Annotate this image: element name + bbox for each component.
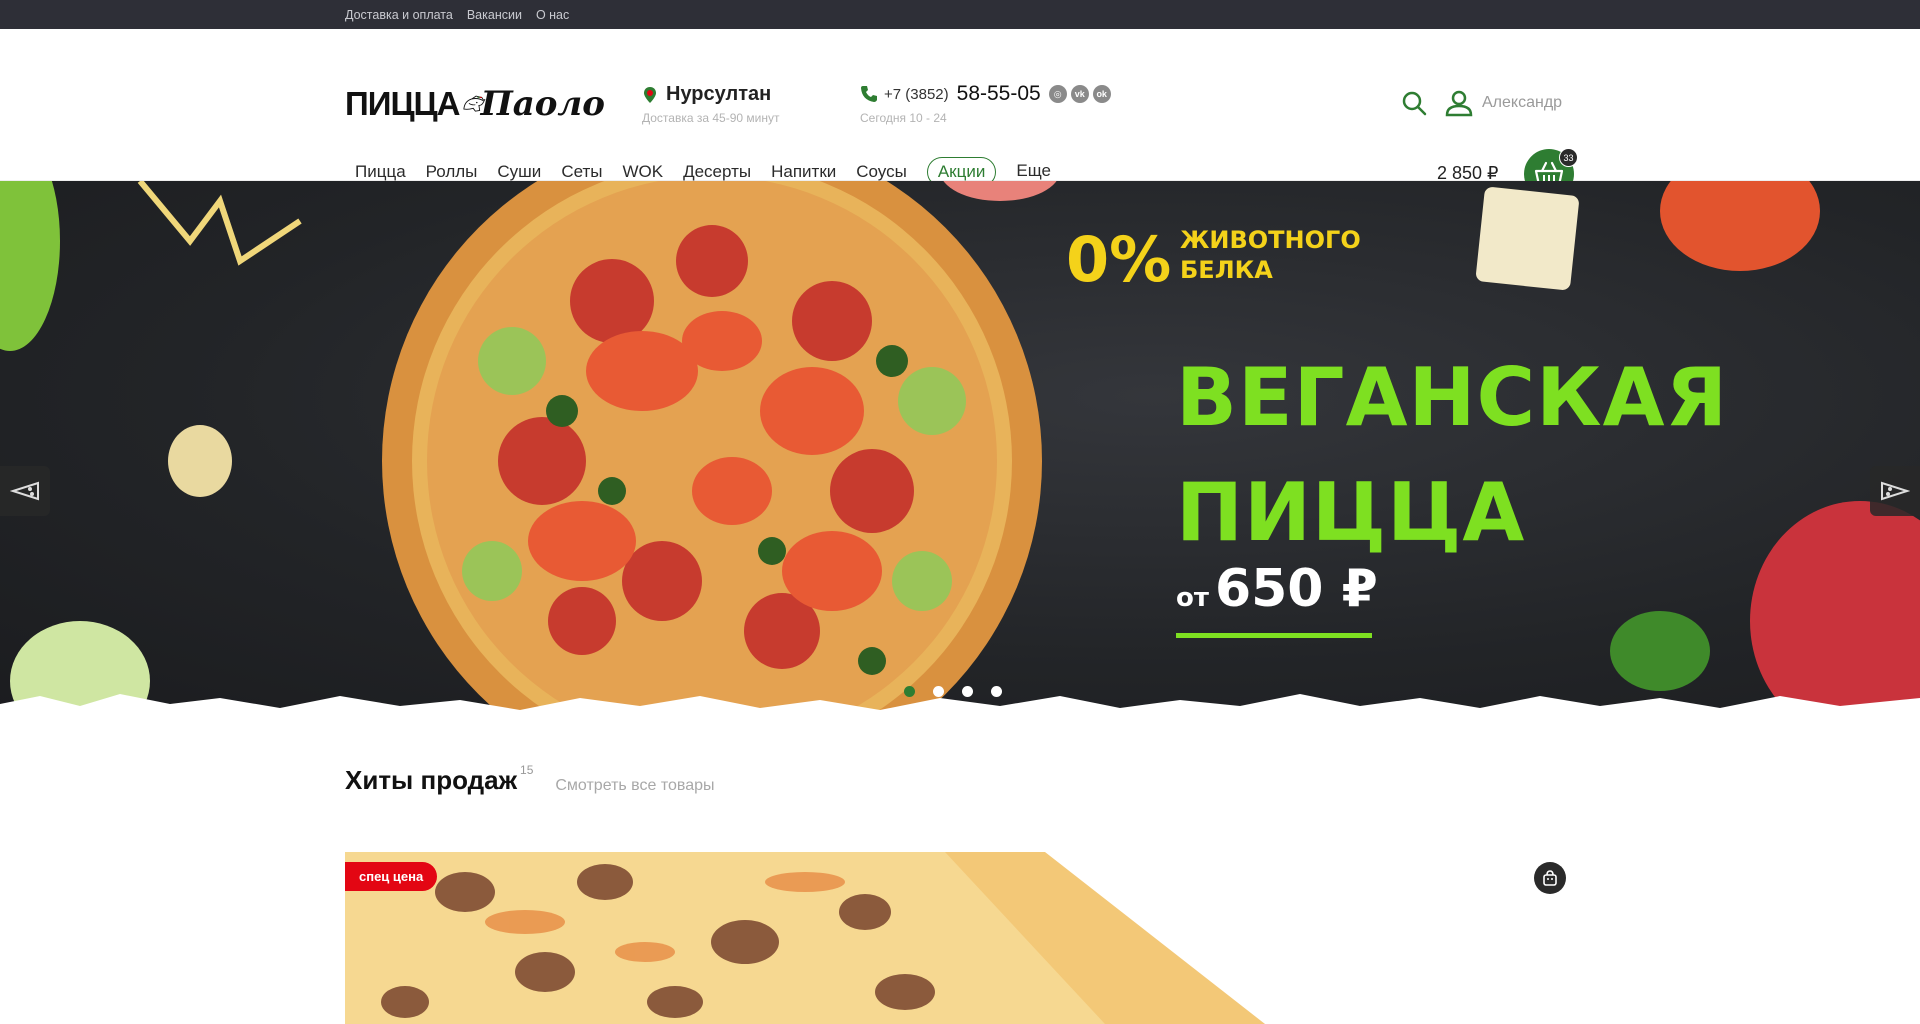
phone-number[interactable]: 58-55-05 (957, 82, 1041, 106)
logo[interactable]: ПИЦЦА Паоло (345, 76, 605, 132)
banner-price: от 650 ₽ (1176, 559, 1378, 619)
banner-zero-line1: ЖИВОТНОГО (1180, 226, 1361, 254)
search-icon (1402, 91, 1427, 116)
pizza-slice-left-icon (10, 481, 39, 501)
product-card[interactable]: спец цена (345, 852, 1575, 1024)
ok-icon[interactable]: ok (1092, 85, 1111, 103)
location-pin-icon (644, 86, 656, 103)
banner-torn-edge (0, 694, 1920, 718)
cart-count-badge: 33 (1559, 148, 1578, 167)
banner-zero-subtitle: ЖИВОТНОГО БЕЛКА (1180, 225, 1361, 285)
nav-item-drinks[interactable]: Напитки (771, 162, 836, 182)
banner-underline (1176, 633, 1372, 638)
user-icon (1445, 90, 1473, 117)
delivery-time: Доставка за 45-90 минут (642, 111, 780, 125)
hits-title: Хиты продаж (345, 765, 518, 795)
search-button[interactable] (1400, 89, 1428, 117)
vacancies-link[interactable]: Вакансии (467, 8, 522, 22)
nav-item-rolls[interactable]: Роллы (426, 162, 478, 182)
top-bar: Доставка и оплата Вакансии О нас (0, 0, 1920, 29)
banner-price-prefix: от (1176, 583, 1209, 613)
banner-zero-line2: БЕЛКА (1180, 256, 1273, 284)
nav-item-wok[interactable]: WOK (622, 162, 663, 182)
nav-item-sushi[interactable]: Суши (497, 162, 541, 182)
logo-script: Паоло (480, 84, 605, 124)
banner-title-line1: ВЕГАНСКАЯ (1176, 351, 1729, 444)
user-account[interactable]: Александр (1444, 89, 1562, 117)
city-name: Нурсултан (666, 83, 772, 105)
bag-icon (1543, 870, 1557, 886)
pizza-slice-right-icon (1881, 481, 1910, 501)
product-image (345, 852, 1265, 1024)
header: ПИЦЦА Паоло Нурсултан Доставка за 45-90 … (0, 29, 1920, 199)
city-selector[interactable]: Нурсултан Доставка за 45-90 минут (642, 83, 779, 125)
user-name: Александр (1482, 94, 1563, 111)
hits-section-header: Хиты продаж 15 Смотреть все товары (345, 763, 715, 796)
banner-zero-percent: 0% (1066, 223, 1172, 296)
working-hours: Сегодня 10 - 24 (860, 111, 947, 125)
banner-title-line2: ПИЦЦА (1176, 466, 1526, 559)
social-links: ◎ vk ok (1048, 85, 1111, 103)
about-link[interactable]: О нас (536, 8, 569, 22)
view-all-link[interactable]: Смотреть все товары (555, 777, 714, 795)
instagram-icon[interactable]: ◎ (1048, 85, 1067, 103)
nav-item-sauces[interactable]: Соусы (856, 162, 907, 182)
nav-item-desserts[interactable]: Десерты (683, 162, 751, 182)
hits-count: 15 (520, 763, 534, 777)
phone-block: +7 (3852) 58-55-05 ◎ vk ok Сегодня 10 - … (860, 82, 1111, 125)
delivery-link[interactable]: Доставка и оплата (345, 8, 453, 22)
nav-item-pizza[interactable]: Пицца (355, 162, 406, 182)
pizza-image (382, 181, 1042, 718)
product-quick-add-button[interactable] (1534, 862, 1566, 894)
vk-icon[interactable]: vk (1070, 85, 1089, 103)
nav-item-sets[interactable]: Сеты (561, 162, 602, 182)
phone-icon (861, 86, 877, 102)
special-price-badge: спец цена (345, 862, 438, 891)
logo-text: ПИЦЦА (345, 85, 460, 122)
promo-banner[interactable]: 0% ЖИВОТНОГО БЕЛКА ВЕГАНСКАЯ ПИЦЦА от 650… (0, 181, 1920, 718)
phone-code: +7 (3852) (884, 85, 949, 103)
banner-next-button[interactable] (1870, 466, 1920, 516)
banner-prev-button[interactable] (0, 466, 50, 516)
banner-price-value: 650 ₽ (1214, 559, 1378, 619)
